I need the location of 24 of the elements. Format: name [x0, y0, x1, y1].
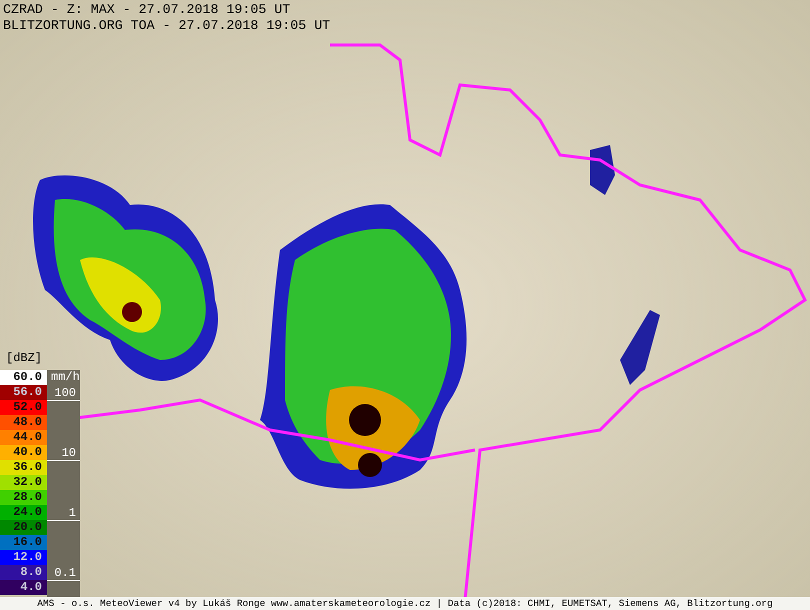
legend-swatch: 8.0: [0, 565, 47, 580]
legend-swatch: 44.0: [0, 430, 47, 445]
legend-swatch: 48.0: [0, 415, 47, 430]
legend-swatch: 16.0: [0, 535, 47, 550]
legend-swatch: 28.0: [0, 490, 47, 505]
legend-swatch: 24.0: [0, 505, 47, 520]
legend-swatch: 60.0: [0, 370, 47, 385]
header-title: BLITZORTUNG.ORG TOA - 27.07.2018 19:05 UT: [3, 18, 330, 34]
legend-swatch: 36.0: [0, 460, 47, 475]
legend-swatch: 12.0: [0, 550, 47, 565]
footer-credits: AMS - o.s. MeteoViewer v4 by Lukáš Ronge www.amaterskameteorologie.cz | Data (c)2018: CHMI, EUMETSAT, Siemens AG, Blitzortung.org: [37, 597, 773, 610]
legend-swatch: 32.0: [0, 475, 47, 490]
legend-swatch: 20.0: [0, 520, 47, 535]
rate-mark-label: 0.1: [54, 567, 76, 580]
legend-swatch: 4.0: [0, 580, 47, 595]
legend-swatch: 56.0: [0, 385, 47, 400]
rate-mark-label: 10: [62, 447, 76, 460]
rate-unit-label: mm/h: [51, 370, 80, 385]
rate-mark-label: 100: [54, 387, 76, 400]
header-title: CZRAD - Z: MAX - 27.07.2018 19:05 UT: [3, 2, 292, 18]
unit-label: [dBZ]: [6, 351, 42, 366]
legend-swatch: 52.0: [0, 400, 47, 415]
rate-mark-label: 1: [68, 507, 76, 520]
legend-swatch: 40.0: [0, 445, 47, 460]
